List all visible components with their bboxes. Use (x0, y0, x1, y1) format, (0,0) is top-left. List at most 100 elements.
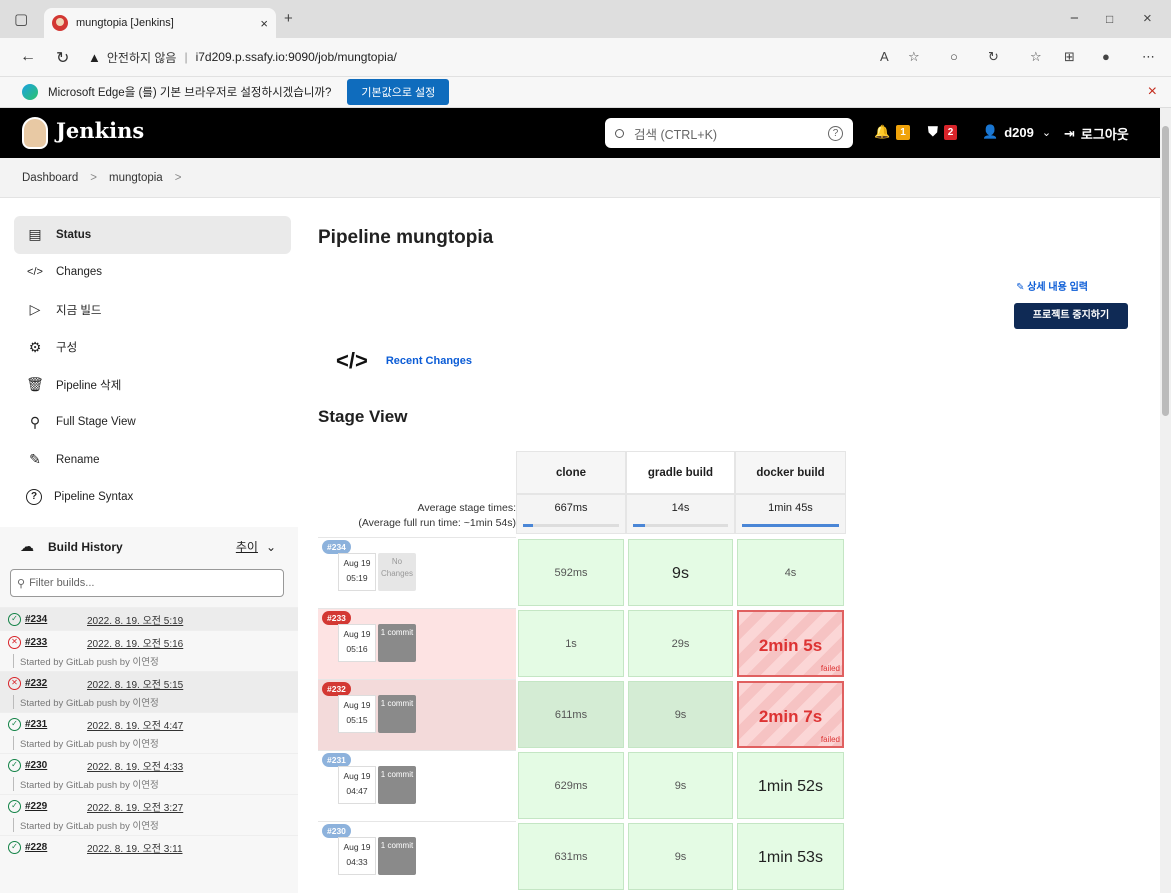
sidebar-item-full-stage-view[interactable]: ⚲ Full Stage View (14, 404, 291, 442)
build-row[interactable]: ✓ #229 2022. 8. 19. 오전 3:27 Started by GitL… (0, 794, 298, 835)
search-help-icon[interactable]: ? (828, 125, 843, 141)
edit-description-link[interactable]: ✎ 상세 내용 입력 (1016, 278, 1088, 293)
user-menu[interactable]: 👤 d209 ⌄ (982, 124, 1051, 140)
stage-cell[interactable]: 2min 5s failed (737, 610, 844, 677)
favorite-star-icon[interactable]: ☆ (908, 49, 920, 65)
build-row[interactable]: ✓ #231 2022. 8. 19. 오전 4:47 Started by GitL… (0, 712, 298, 753)
security-button[interactable]: ⛊ 2 (928, 124, 958, 140)
build-date-link[interactable]: 2022. 8. 19. 오전 3:27 (87, 799, 183, 814)
build-date-link[interactable]: 2022. 8. 19. 오전 5:16 (87, 635, 183, 650)
minimize-button[interactable]: − (1070, 10, 1079, 27)
stage-cell[interactable]: 9s (628, 752, 733, 819)
run-changes[interactable]: 1 commit (378, 766, 416, 804)
close-window-button[interactable]: × (1143, 10, 1152, 27)
infobar-close-icon[interactable]: × (1148, 83, 1157, 101)
stage-cell[interactable]: 592ms (518, 539, 624, 606)
stage-cell[interactable]: 29s (628, 610, 733, 677)
refresh-extension-icon[interactable]: ↻ (988, 49, 999, 65)
breadcrumb-job[interactable]: mungtopia (109, 172, 163, 184)
back-arrow-icon[interactable]: ← (20, 48, 36, 66)
run-id-badge[interactable]: #234 (322, 540, 351, 554)
run-row[interactable]: #234 Aug 19 05:19 No Changes (318, 537, 516, 608)
build-number-link[interactable]: #232 (25, 678, 87, 689)
build-number-link[interactable]: #231 (25, 719, 87, 730)
stage-cell[interactable]: 629ms (518, 752, 624, 819)
set-default-button[interactable]: 기본값으로 설정 (347, 79, 450, 105)
stage-cell[interactable]: 631ms (518, 823, 624, 890)
run-changes[interactable]: 1 commit (378, 837, 416, 875)
browser-tab[interactable]: mungtopia [Jenkins] × (44, 8, 276, 38)
sidebar-item-pipeline-삭제[interactable]: 🗑 Pipeline 삭제 (14, 366, 291, 404)
stage-cell[interactable]: 1min 52s (737, 752, 844, 819)
tab-actions-icon[interactable]: ▢ (14, 10, 28, 28)
collections-icon[interactable]: ⊞ (1064, 49, 1075, 65)
build-number-link[interactable]: #230 (25, 760, 87, 771)
run-id-badge[interactable]: #232 (322, 682, 351, 696)
trend-link[interactable]: 추이 (236, 538, 258, 555)
sidebar-item-changes[interactable]: </> Changes (14, 254, 291, 292)
run-changes[interactable]: No Changes (378, 553, 416, 591)
build-row[interactable]: ✓ #230 2022. 8. 19. 오전 4:33 Started by GitL… (0, 753, 298, 794)
stage-cell[interactable]: 4s (737, 539, 844, 606)
search-box[interactable]: 검색 (CTRL+K) ? (605, 118, 853, 148)
run-id-badge[interactable]: #231 (322, 753, 351, 767)
build-date-link[interactable]: 2022. 8. 19. 오전 3:11 (87, 840, 183, 855)
vertical-scrollbar[interactable] (1160, 108, 1171, 893)
build-number-link[interactable]: #233 (25, 637, 87, 648)
reload-icon[interactable]: ↻ (56, 48, 69, 68)
build-row[interactable]: ✕ #233 2022. 8. 19. 오전 5:16 Started by GitL… (0, 630, 298, 671)
sidebar-item-구성[interactable]: ⚙ 구성 (14, 329, 291, 367)
run-date-time: 04:33 (346, 857, 368, 867)
build-number-link[interactable]: #229 (25, 801, 87, 812)
logout-button[interactable]: ⇥ 로그아웃 (1064, 124, 1129, 143)
tab-close-icon[interactable]: × (260, 16, 268, 31)
stage-cell[interactable]: 9s (628, 681, 733, 748)
run-id-badge[interactable]: #230 (322, 824, 351, 838)
chevron-down-icon[interactable]: ⌄ (266, 540, 276, 554)
favorites-icon[interactable]: ☆ (1030, 49, 1042, 65)
stage-cell-duration: 1min 52s (758, 778, 823, 795)
sidebar-item-rename[interactable]: ✎ Rename (14, 441, 291, 479)
stage-cell[interactable]: 9s (628, 539, 733, 606)
build-date-link[interactable]: 2022. 8. 19. 오전 4:47 (87, 717, 183, 732)
jenkins-title[interactable]: Jenkins (56, 118, 144, 143)
sidebar-item-pipeline-syntax[interactable]: ? Pipeline Syntax (14, 479, 291, 517)
run-id-badge[interactable]: #233 (322, 611, 351, 625)
url-box[interactable]: ▲ 안전하지 않음 | i7d209.p.ssafy.io:9090/job/m… (88, 44, 868, 70)
new-tab-button[interactable]: + (284, 10, 293, 27)
maximize-button[interactable]: □ (1106, 12, 1113, 26)
filter-builds-input[interactable]: ⚲ Filter builds... (10, 569, 284, 597)
breadcrumb-dashboard[interactable]: Dashboard (22, 172, 78, 184)
profile-avatar-icon[interactable]: ● (1102, 49, 1110, 64)
run-changes[interactable]: 1 commit (378, 695, 416, 733)
stage-cell[interactable]: 1s (518, 610, 624, 677)
run-row[interactable]: #232 Aug 19 05:15 1 commit (318, 679, 516, 750)
build-date-link[interactable]: 2022. 8. 19. 오전 4:33 (87, 758, 183, 773)
build-row[interactable]: ✓ #228 2022. 8. 19. 오전 3:11 (0, 835, 298, 858)
stage-cell[interactable]: 9s (628, 823, 733, 890)
stage-cell[interactable]: 1min 53s (737, 823, 844, 890)
run-row[interactable]: #233 Aug 19 05:16 1 commit (318, 608, 516, 679)
stage-cell[interactable]: 2min 7s failed (737, 681, 844, 748)
scrollbar-thumb[interactable] (1162, 126, 1169, 416)
breadcrumb-chevron-icon[interactable]: > (175, 172, 182, 184)
build-number-link[interactable]: #228 (25, 842, 87, 853)
stage-cell[interactable]: 611ms (518, 681, 624, 748)
build-number-link[interactable]: #234 (25, 614, 87, 625)
run-changes[interactable]: 1 commit (378, 624, 416, 662)
sidebar-item-지금-빌드[interactable]: ▷ 지금 빌드 (14, 291, 291, 329)
build-row[interactable]: ✕ #232 2022. 8. 19. 오전 5:15 Started by GitL… (0, 671, 298, 712)
notifications-button[interactable]: 🔔 1 (874, 124, 910, 140)
run-row[interactable]: #231 Aug 19 04:47 1 commit (318, 750, 516, 821)
build-row[interactable]: ✓ #234 2022. 8. 19. 오전 5:19 (0, 607, 298, 630)
sidebar-item-status[interactable]: ▤ Status (14, 216, 291, 254)
run-row[interactable]: #230 Aug 19 04:33 1 commit (318, 821, 516, 892)
build-date-link[interactable]: 2022. 8. 19. 오전 5:19 (87, 612, 183, 627)
disable-project-button[interactable]: 프로젝트 중지하기 (1014, 303, 1128, 329)
build-date-link[interactable]: 2022. 8. 19. 오전 5:15 (87, 676, 183, 691)
recent-changes-link[interactable]: Recent Changes (386, 355, 472, 367)
jenkins-logo-icon[interactable] (22, 117, 48, 149)
read-aloud-icon[interactable]: A (880, 49, 889, 64)
more-menu-icon[interactable]: ⋯ (1142, 49, 1155, 65)
extension-icon[interactable]: ○ (950, 49, 958, 64)
